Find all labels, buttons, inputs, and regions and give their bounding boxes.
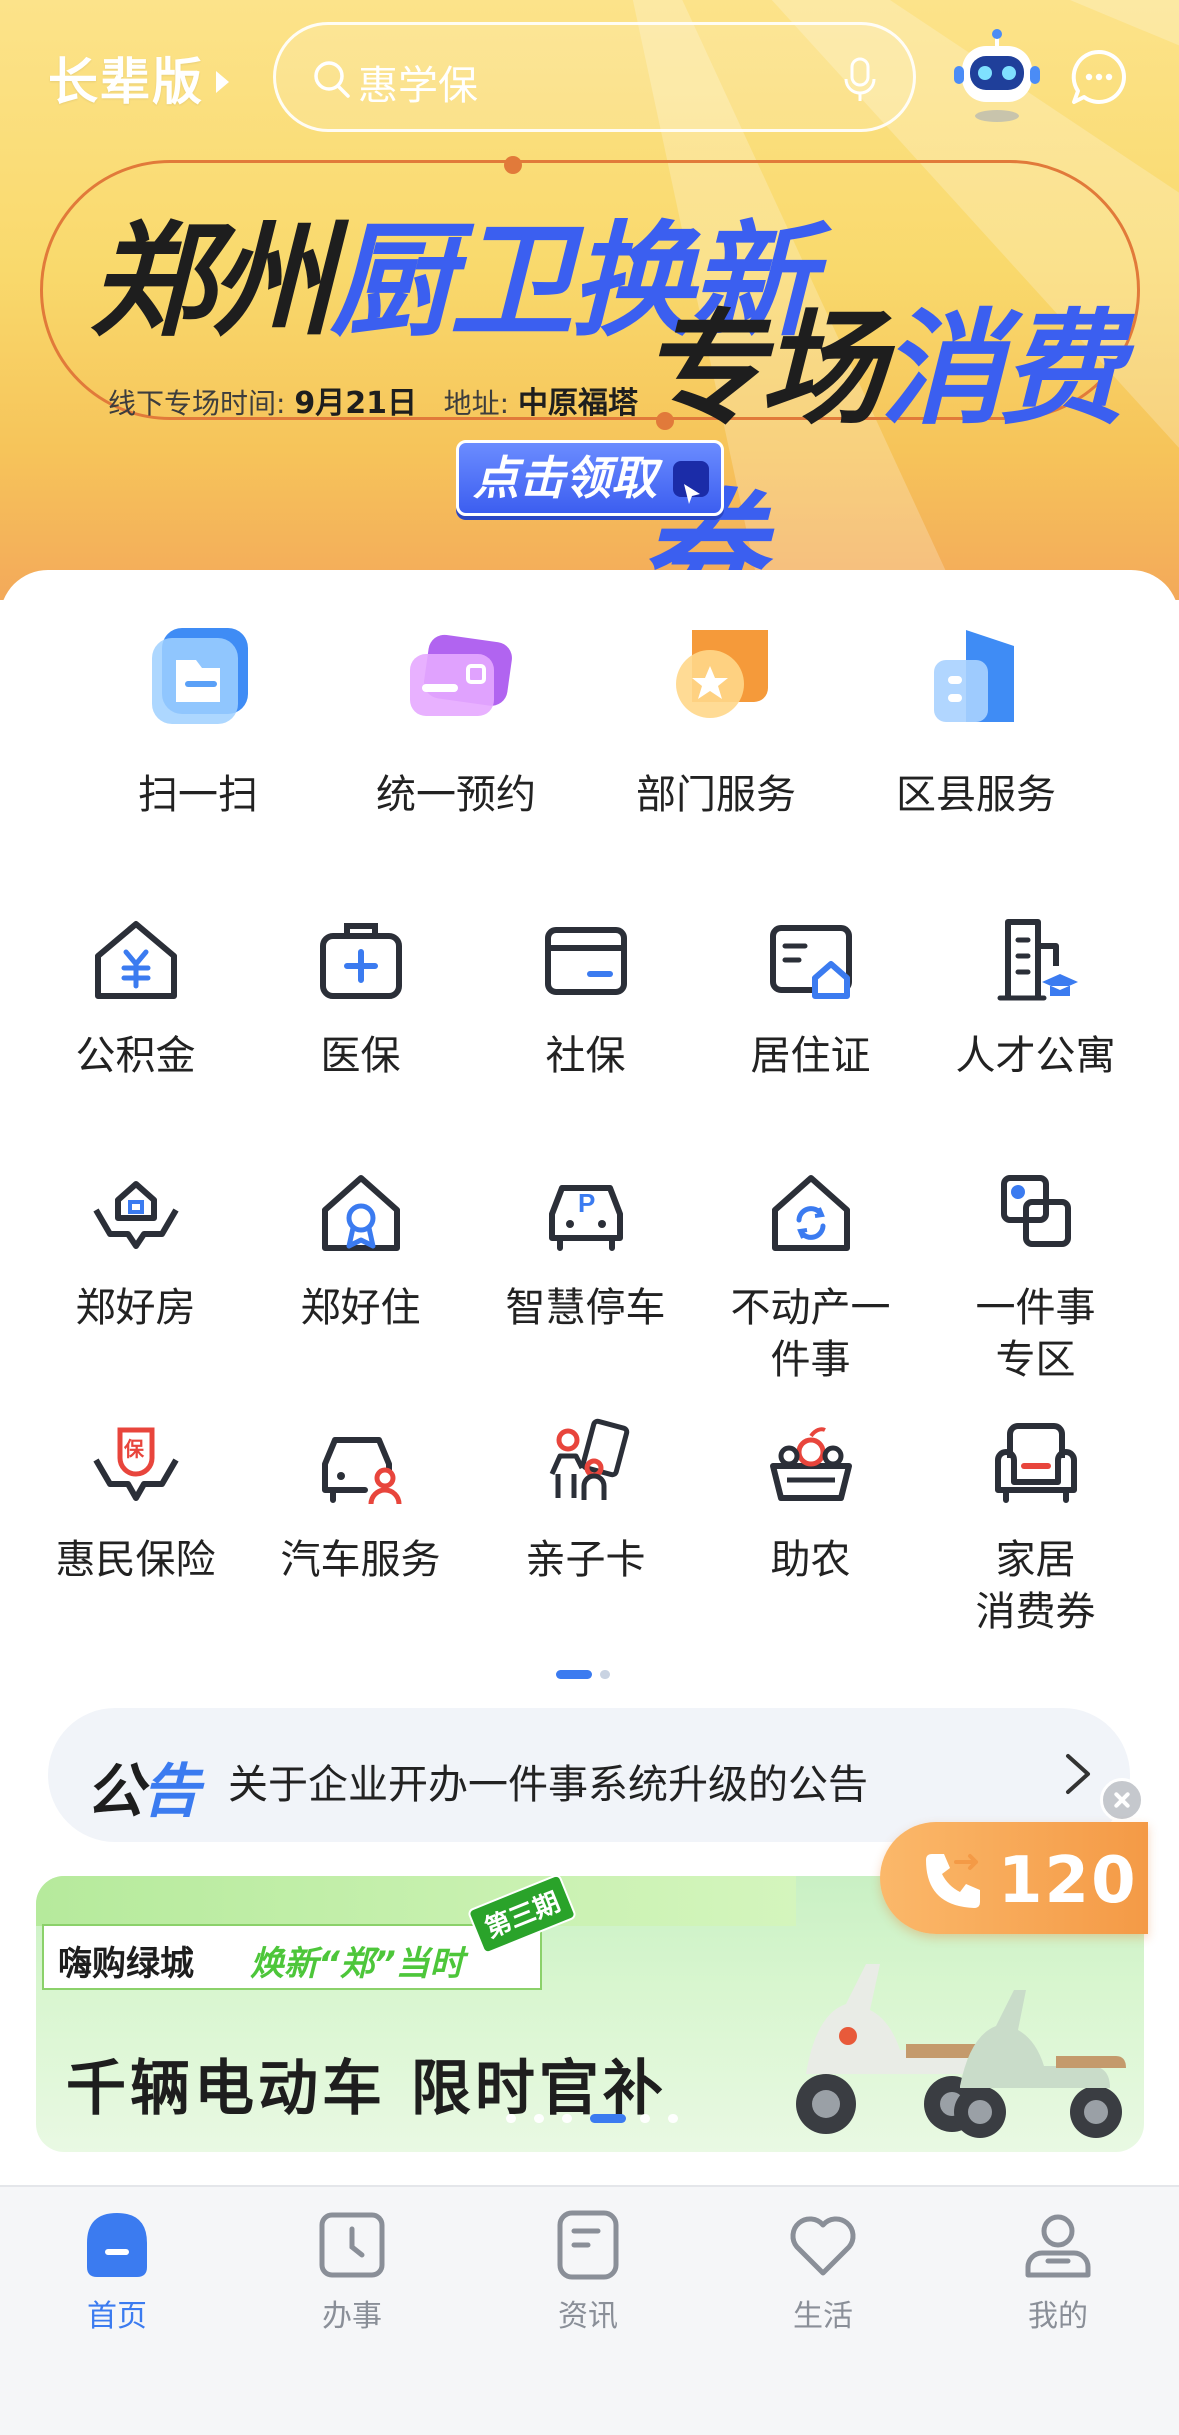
produce-basket-icon <box>769 1427 852 1501</box>
page-dot-active <box>556 1670 592 1679</box>
phone-call-icon <box>926 1854 980 1908</box>
armchair-icon <box>994 1423 1077 1503</box>
service-social-security[interactable]: 社保 <box>473 912 698 1082</box>
service-help-farmers[interactable]: 助农 <box>698 1416 923 1586</box>
service-medical-insurance[interactable]: 医保 <box>248 912 473 1082</box>
parking-car-icon: P <box>548 1185 623 1251</box>
chevron-right-icon <box>1066 1754 1090 1794</box>
notice-tag: 公告 <box>86 1757 200 1825</box>
user-icon <box>1025 2214 1091 2278</box>
emergency-number: 120 <box>998 1844 1138 1918</box>
search-input[interactable]: 惠学保 <box>273 22 916 132</box>
family-card-icon <box>549 1418 629 1500</box>
caret-right-icon <box>216 71 229 93</box>
promo-header-strip <box>36 1876 796 1926</box>
bottom-tab-bar: 首页 办事 资讯 生活 我的 <box>0 2185 1179 2435</box>
grid-page-indicator <box>556 1670 626 1680</box>
notice-text: 关于企业开办一件事系统升级的公告 <box>228 1762 868 1808</box>
service-smart-parking[interactable]: P 智慧停车 <box>473 1164 698 1334</box>
tab-profile[interactable]: 我的 <box>968 2209 1148 2335</box>
housing-fund-icon <box>94 921 177 999</box>
clock-icon <box>319 2212 385 2278</box>
tab-life[interactable]: 生活 <box>733 2209 913 2335</box>
car-person-icon <box>321 1437 401 1505</box>
search-icon <box>314 61 350 98</box>
medical-insurance-icon <box>319 923 402 999</box>
banner-title-line2: 专场消费券 <box>640 298 1124 600</box>
tab-news[interactable]: 资讯 <box>498 2209 678 2335</box>
service-real-estate[interactable]: 不动产一 件事 <box>698 1164 923 1386</box>
talent-apartment-icon <box>997 919 1078 1001</box>
service-one-thing-zone[interactable]: 一件事 专区 <box>923 1164 1148 1386</box>
close-emergency-button[interactable] <box>1100 1778 1144 1822</box>
appointment-card-icon <box>410 634 512 716</box>
house-refresh-icon <box>771 1175 850 1251</box>
tab-services[interactable]: 办事 <box>262 2209 442 2335</box>
cursor-icon <box>673 461 709 504</box>
scan-icon <box>152 628 248 724</box>
svg-text:保: 保 <box>123 1437 145 1461</box>
message-icon[interactable] <box>1070 48 1128 106</box>
service-zheng-good-living[interactable]: 郑好住 <box>248 1164 473 1334</box>
district-building-icon <box>934 630 1014 722</box>
overlap-squares-icon <box>1000 1175 1071 1247</box>
elder-mode-button[interactable]: 长辈版 <box>48 42 229 114</box>
promo-slide-indicator <box>506 2114 706 2124</box>
home-icon <box>87 2213 147 2277</box>
department-star-icon <box>676 630 768 718</box>
service-car-service[interactable]: 汽车服务 <box>248 1416 473 1586</box>
hands-house-icon <box>92 1181 179 1249</box>
svg-text:P: P <box>578 1188 595 1218</box>
heart-icon <box>790 2216 856 2276</box>
search-placeholder: 惠学保 <box>358 63 478 109</box>
news-doc-icon <box>557 2210 619 2280</box>
quick-service-districts[interactable]: 区县服务 <box>846 620 1106 840</box>
tab-home[interactable]: 首页 <box>27 2209 207 2335</box>
promo-tag-box: 嗨购绿城 焕新“郑”当时 <box>42 1924 542 1990</box>
quick-service-scan[interactable]: 扫一扫 <box>68 620 328 840</box>
service-residence-permit[interactable]: 居住证 <box>698 912 923 1082</box>
top-bar: 长辈版 惠学保 <box>0 0 1179 160</box>
quick-services: 扫一扫 统一预约 部门服务 区县服务 <box>0 620 1179 840</box>
service-zheng-good-house[interactable]: 郑好房 <box>23 1164 248 1334</box>
service-home-coupon[interactable]: 家居 消费券 <box>923 1416 1148 1638</box>
quick-service-appointment[interactable]: 统一预约 <box>326 620 586 840</box>
scooter-image <box>954 1990 1126 2138</box>
microphone-icon[interactable] <box>843 57 877 103</box>
service-huimin-insurance[interactable]: 保 惠民保险 <box>23 1416 248 1586</box>
page-dot <box>600 1670 610 1679</box>
service-family-card[interactable]: 亲子卡 <box>473 1416 698 1586</box>
service-talent-apartment[interactable]: 人才公寓 <box>923 912 1148 1082</box>
quick-service-departments[interactable]: 部门服务 <box>586 620 846 840</box>
house-medal-icon <box>321 1175 400 1251</box>
banner-event-info: 线下专场时间: 9月21日 地址: 中原福塔 <box>108 386 639 421</box>
social-security-card-icon <box>544 927 627 995</box>
claim-coupon-button[interactable]: 点击领取 <box>456 440 724 516</box>
residence-permit-icon <box>769 925 852 999</box>
insurance-hands-icon: 保 <box>92 1427 179 1501</box>
emergency-120-button[interactable]: 120 <box>880 1822 1148 1934</box>
service-housing-fund[interactable]: 公积金 <box>23 912 248 1082</box>
ai-assistant-robot-icon[interactable] <box>952 28 1042 124</box>
